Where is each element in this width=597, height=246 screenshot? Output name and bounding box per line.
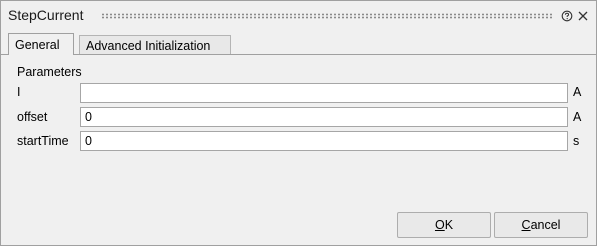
cancel-mnemonic: C bbox=[521, 218, 531, 232]
param-unit-starttime: s bbox=[573, 134, 580, 148]
ok-mnemonic: O bbox=[434, 218, 445, 232]
param-input-offset[interactable] bbox=[80, 107, 568, 127]
dialog-title: StepCurrent bbox=[8, 7, 84, 23]
param-unit-i: A bbox=[573, 85, 582, 99]
param-input-starttime[interactable] bbox=[80, 131, 568, 151]
param-unit-offset: A bbox=[573, 110, 582, 124]
param-input-i[interactable] bbox=[80, 83, 568, 103]
close-icon[interactable] bbox=[577, 10, 589, 22]
title-bar[interactable]: StepCurrent bbox=[1, 1, 596, 29]
drag-grip[interactable] bbox=[101, 13, 553, 19]
help-circle-icon[interactable] bbox=[561, 10, 573, 22]
param-label-offset: offset bbox=[17, 110, 48, 124]
tab-general[interactable]: General bbox=[8, 33, 74, 55]
param-label-starttime: startTime bbox=[17, 134, 69, 148]
ok-label-rest: K bbox=[444, 218, 454, 232]
param-label-i: I bbox=[17, 85, 21, 99]
tab-divider bbox=[1, 54, 596, 55]
tab-bar: General Advanced Initialization bbox=[1, 29, 596, 55]
ok-button[interactable]: OK bbox=[397, 212, 491, 238]
tab-advanced-initialization[interactable]: Advanced Initialization bbox=[79, 35, 231, 55]
stepcurrent-dialog: StepCurrent General Advanced Initializat… bbox=[0, 0, 597, 246]
parameters-label: Parameters bbox=[17, 65, 82, 79]
cancel-label-rest: ancel bbox=[530, 218, 561, 232]
cancel-button[interactable]: Cancel bbox=[494, 212, 588, 238]
